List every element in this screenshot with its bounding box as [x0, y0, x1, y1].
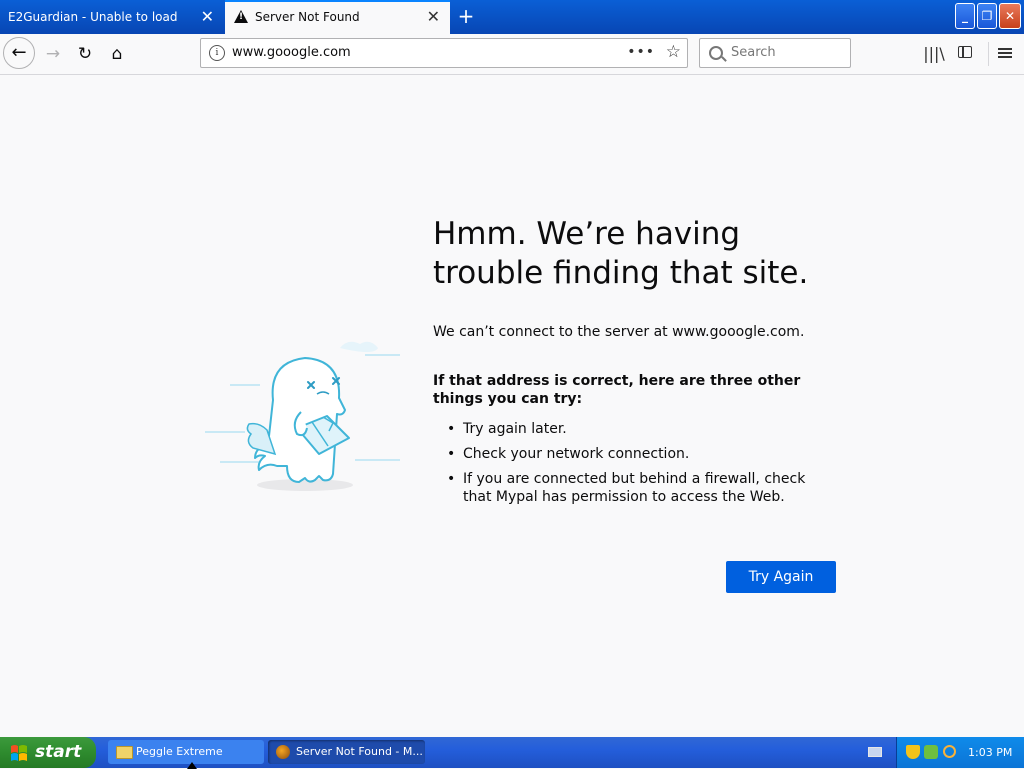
list-item: Check your network connection. [447, 445, 838, 463]
close-tab-icon[interactable]: ✕ [427, 2, 440, 32]
taskbar: start Peggle Extreme Server Not Found - … [0, 737, 1024, 768]
url-text[interactable]: www.gooogle.com [232, 39, 351, 67]
search-placeholder: Search [731, 45, 776, 60]
tab-strip: E2Guardian - Unable to load website ✕ Se… [0, 0, 1024, 58]
dinosaur-map-illustration [205, 341, 400, 491]
navigation-toolbar: ← → ↻ ⌂ i www.gooogle.com ••• ☆ Search |… [0, 34, 1024, 75]
security-shield-icon[interactable] [906, 745, 920, 759]
taskbar-item-label: Peggle Extreme [136, 745, 223, 758]
sidebar-icon[interactable] [958, 46, 972, 58]
reload-icon[interactable]: ↻ [71, 40, 99, 68]
browser-icon [276, 745, 290, 759]
keyboard-icon[interactable] [868, 747, 882, 757]
new-tab-icon[interactable]: + [455, 0, 477, 34]
list-item: Try again later. [447, 420, 838, 438]
try-again-button[interactable]: Try Again [726, 561, 836, 593]
url-bar[interactable]: i www.gooogle.com ••• ☆ [200, 38, 688, 68]
warning-icon [234, 10, 248, 23]
toolbar-divider [988, 42, 989, 66]
search-bar[interactable]: Search [699, 38, 851, 68]
search-tray-icon[interactable] [943, 745, 956, 758]
restore-window-button[interactable]: ❐ [977, 3, 997, 29]
tab-server-not-found[interactable]: Server Not Found ✕ [225, 0, 450, 34]
forward-arrow-icon[interactable]: → [39, 40, 67, 68]
windows-logo-icon [11, 745, 27, 761]
taskbar-item-peggle[interactable]: Peggle Extreme [108, 740, 264, 764]
taskbar-item-browser[interactable]: Server Not Found - M... [268, 740, 425, 764]
start-button[interactable]: start [0, 737, 96, 768]
start-label: start [35, 742, 82, 762]
tab-title: Server Not Found [255, 10, 360, 24]
clock: 1:03 PM [968, 746, 1013, 759]
list-item: If you are connected but behind a firewa… [447, 470, 838, 506]
error-title: Hmm. We’re having trouble finding that s… [433, 216, 809, 291]
hamburger-menu-icon[interactable] [998, 48, 1012, 50]
suggestions-list: Try again later. Check your network conn… [447, 420, 838, 513]
site-info-icon[interactable]: i [209, 45, 225, 61]
back-arrow-icon[interactable]: ← [3, 37, 35, 69]
suggestions-heading: If that address is correct, here are thr… [433, 373, 801, 407]
page-actions-icon[interactable]: ••• [627, 39, 655, 65]
error-page: Hmm. We’re having trouble finding that s… [0, 75, 1024, 737]
taskbar-item-label: Server Not Found - M... [296, 745, 423, 758]
minimize-window-button[interactable]: _ [955, 3, 975, 29]
bookmark-star-icon[interactable]: ☆ [666, 39, 681, 66]
close-window-button[interactable]: ✕ [999, 3, 1021, 29]
tab-e2guardian[interactable]: E2Guardian - Unable to load website ✕ [0, 0, 224, 58]
network-icon[interactable] [924, 745, 938, 759]
home-icon[interactable]: ⌂ [103, 40, 131, 68]
folder-icon [116, 746, 133, 759]
library-icon[interactable]: |||\ [920, 40, 948, 68]
error-description: We can’t connect to the server at www.go… [433, 324, 805, 340]
search-icon [709, 46, 723, 60]
close-tab-icon[interactable]: ✕ [201, 0, 214, 34]
